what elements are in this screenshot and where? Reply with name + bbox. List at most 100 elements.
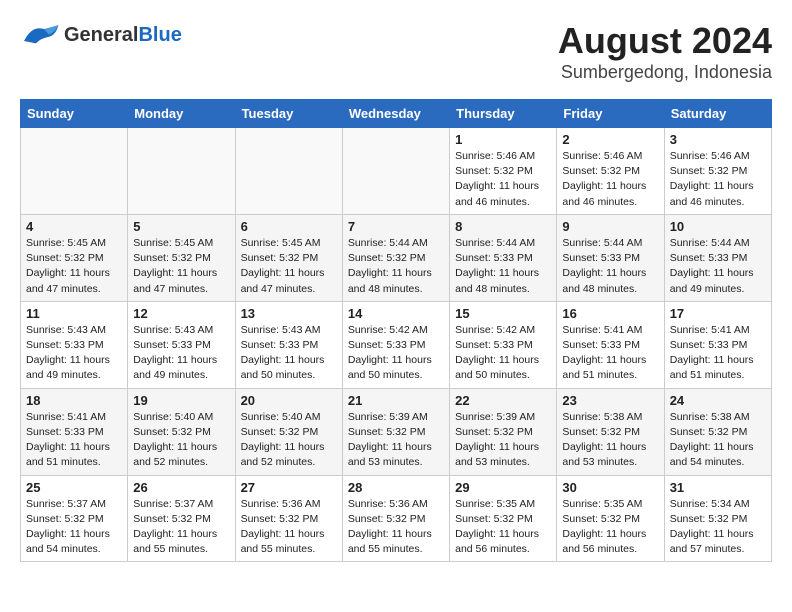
day-info: Sunrise: 5:38 AM Sunset: 5:32 PM Dayligh… [562,410,658,471]
day-info: Sunrise: 5:35 AM Sunset: 5:32 PM Dayligh… [455,497,551,558]
calendar-day-cell: 24 Sunrise: 5:38 AM Sunset: 5:32 PM Dayli… [664,388,771,475]
day-info: Sunrise: 5:43 AM Sunset: 5:33 PM Dayligh… [241,323,337,384]
day-number: 29 [455,480,551,495]
day-number: 26 [133,480,229,495]
day-number: 4 [26,219,122,234]
day-number: 7 [348,219,444,234]
empty-cell [342,128,449,215]
calendar-day-cell: 18Sunrise: 5:41 AM Sunset: 5:33 PM Dayli… [21,388,128,475]
calendar-day-cell: 12Sunrise: 5:43 AM Sunset: 5:33 PM Dayli… [128,301,235,388]
empty-cell [21,128,128,215]
calendar-day-cell: 14 Sunrise: 5:42 AM Sunset: 5:33 PM Dayli… [342,301,449,388]
weekday-header-sunday: Sunday [21,100,128,128]
weekday-header-saturday: Saturday [664,100,771,128]
day-number: 13 [241,306,337,321]
day-info: Sunrise: 5:36 AM Sunset: 5:32 PM Dayligh… [348,497,444,558]
day-number: 9 [562,219,658,234]
calendar-day-cell: 16 Sunrise: 5:41 AM Sunset: 5:33 PM Dayli… [557,301,664,388]
day-info: Sunrise: 5:36 AM Sunset: 5:32 PM Dayligh… [241,497,337,558]
calendar-day-cell: 29 Sunrise: 5:35 AM Sunset: 5:32 PM Dayli… [450,475,557,562]
day-number: 14 [348,306,444,321]
day-number: 15 [455,306,551,321]
calendar-day-cell: 23Sunrise: 5:38 AM Sunset: 5:32 PM Dayli… [557,388,664,475]
day-number: 28 [348,480,444,495]
calendar-day-cell: 15 Sunrise: 5:42 AM Sunset: 5:33 PM Dayli… [450,301,557,388]
day-info: Sunrise: 5:37 AM Sunset: 5:32 PM Dayligh… [133,497,229,558]
calendar-day-cell: 2Sunrise: 5:46 AM Sunset: 5:32 PM Daylig… [557,128,664,215]
weekday-header-wednesday: Wednesday [342,100,449,128]
day-number: 24 [670,393,766,408]
weekday-header-tuesday: Tuesday [235,100,342,128]
day-info: Sunrise: 5:43 AM Sunset: 5:33 PM Dayligh… [26,323,122,384]
calendar-day-cell: 27 Sunrise: 5:36 AM Sunset: 5:32 PM Dayli… [235,475,342,562]
day-info: Sunrise: 5:40 AM Sunset: 5:32 PM Dayligh… [133,410,229,471]
page-header: GeneralBlue August 2024 Sumbergedong, In… [20,20,772,83]
page-title: August 2024 [558,20,772,62]
calendar-week-row: 18Sunrise: 5:41 AM Sunset: 5:33 PM Dayli… [21,388,772,475]
day-number: 19 [133,393,229,408]
calendar-day-cell: 8 Sunrise: 5:44 AM Sunset: 5:33 PM Daylig… [450,214,557,301]
calendar-day-cell: 17 Sunrise: 5:41 AM Sunset: 5:33 PM Dayli… [664,301,771,388]
day-number: 20 [241,393,337,408]
day-info: Sunrise: 5:42 AM Sunset: 5:33 PM Dayligh… [348,323,444,384]
day-info: Sunrise: 5:44 AM Sunset: 5:33 PM Dayligh… [455,236,551,297]
day-number: 31 [670,480,766,495]
day-info: Sunrise: 5:39 AM Sunset: 5:32 PM Dayligh… [455,410,551,471]
calendar-day-cell: 1Sunrise: 5:46 AM Sunset: 5:32 PM Daylig… [450,128,557,215]
day-number: 2 [562,132,658,147]
calendar-day-cell: 5 Sunrise: 5:45 AM Sunset: 5:32 PM Daylig… [128,214,235,301]
title-area: August 2024 Sumbergedong, Indonesia [558,20,772,83]
day-number: 12 [133,306,229,321]
calendar-week-row: 1 Sunrise: 5:46 AM Sunset: 5:32 PM Daylig… [21,128,772,215]
day-info: Sunrise: 5:38 AM Sunset: 5:32 PM Dayligh… [670,410,766,471]
day-number: 16 [562,306,658,321]
calendar-day-cell: 21 Sunrise: 5:39 AM Sunset: 5:32 PM Dayli… [342,388,449,475]
calendar-day-cell: 20 Sunrise: 5:40 AM Sunset: 5:32 PM Dayli… [235,388,342,475]
logo-blue: Blue [138,24,181,46]
day-info: Sunrise: 5:41 AM Sunset: 5:33 PM Dayligh… [670,323,766,384]
empty-cell [128,128,235,215]
day-number: 6 [241,219,337,234]
calendar-day-cell: 4Sunrise: 5:45 AM Sunset: 5:32 PM Daylig… [21,214,128,301]
day-number: 1 [455,132,551,147]
calendar-day-cell: 11Sunrise: 5:43 AM Sunset: 5:33 PM Dayli… [21,301,128,388]
calendar-day-cell: 13 Sunrise: 5:43 AM Sunset: 5:33 PM Dayli… [235,301,342,388]
calendar-day-cell: 28 Sunrise: 5:36 AM Sunset: 5:32 PM Dayli… [342,475,449,562]
day-number: 18 [26,393,122,408]
calendar-table: SundayMondayTuesdayWednesdayThursdayFrid… [20,99,772,562]
day-number: 10 [670,219,766,234]
logo-general: General [64,24,138,46]
day-info: Sunrise: 5:39 AM Sunset: 5:32 PM Dayligh… [348,410,444,471]
day-info: Sunrise: 5:42 AM Sunset: 5:33 PM Dayligh… [455,323,551,384]
day-info: Sunrise: 5:45 AM Sunset: 5:32 PM Dayligh… [133,236,229,297]
day-number: 21 [348,393,444,408]
day-info: Sunrise: 5:37 AM Sunset: 5:32 PM Dayligh… [26,497,122,558]
calendar-day-cell: 19 Sunrise: 5:40 AM Sunset: 5:32 PM Dayli… [128,388,235,475]
day-number: 27 [241,480,337,495]
calendar-week-row: 4 Sunrise: 5:45 AM Sunset: 5:32 PM Daylig… [21,214,772,301]
day-info: Sunrise: 5:44 AM Sunset: 5:33 PM Dayligh… [562,236,658,297]
day-info: Sunrise: 5:35 AM Sunset: 5:32 PM Dayligh… [562,497,658,558]
calendar-day-cell: 6 Sunrise: 5:45 AM Sunset: 5:32 PM Daylig… [235,214,342,301]
day-number: 17 [670,306,766,321]
weekday-header-monday: Monday [128,100,235,128]
calendar-day-cell: 31Sunrise: 5:34 AM Sunset: 5:32 PM Dayli… [664,475,771,562]
calendar-week-row: 25Sunrise: 5:37 AM Sunset: 5:32 PM Dayli… [21,475,772,562]
day-info: Sunrise: 5:45 AM Sunset: 5:32 PM Dayligh… [241,236,337,297]
calendar-day-cell: 30Sunrise: 5:35 AM Sunset: 5:32 PM Dayli… [557,475,664,562]
day-number: 3 [670,132,766,147]
calendar-day-cell: 10Sunrise: 5:44 AM Sunset: 5:33 PM Dayli… [664,214,771,301]
logo-text: GeneralBlue [64,24,182,47]
day-info: Sunrise: 5:41 AM Sunset: 5:33 PM Dayligh… [562,323,658,384]
calendar-day-cell: 26 Sunrise: 5:37 AM Sunset: 5:32 PM Dayli… [128,475,235,562]
day-number: 5 [133,219,229,234]
weekday-header-thursday: Thursday [450,100,557,128]
empty-cell [235,128,342,215]
day-number: 8 [455,219,551,234]
day-info: Sunrise: 5:46 AM Sunset: 5:32 PM Dayligh… [670,149,766,210]
logo: GeneralBlue [20,20,182,50]
logo-icon [20,20,60,50]
calendar-day-cell: 25Sunrise: 5:37 AM Sunset: 5:32 PM Dayli… [21,475,128,562]
day-info: Sunrise: 5:44 AM Sunset: 5:32 PM Dayligh… [348,236,444,297]
day-info: Sunrise: 5:40 AM Sunset: 5:32 PM Dayligh… [241,410,337,471]
